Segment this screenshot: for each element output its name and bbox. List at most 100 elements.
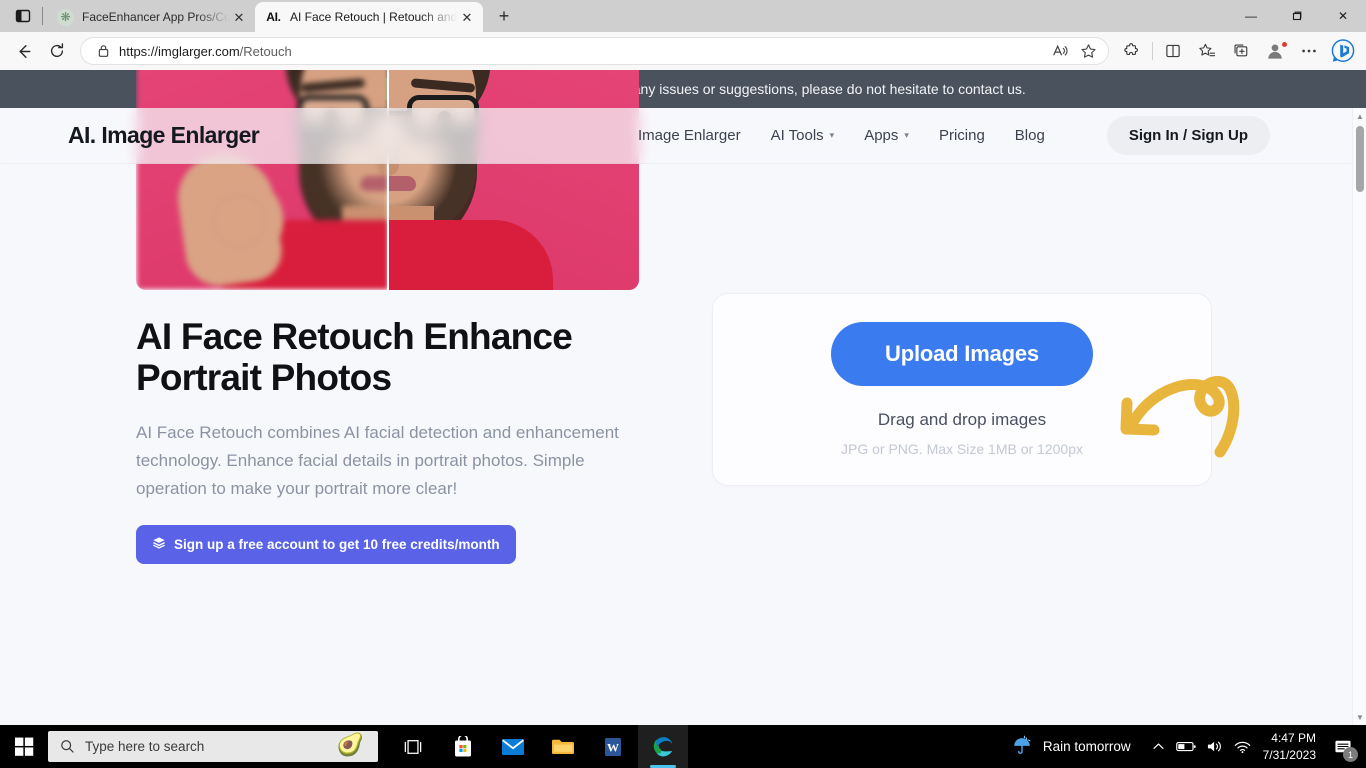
browser-tab-1-title: FaceEnhancer App Pros/Cons, No (82, 10, 229, 24)
profile-avatar[interactable] (1258, 36, 1292, 66)
ai-icon: AI. (266, 10, 281, 24)
browser-tab-2[interactable]: AI. AI Face Retouch | Retouch and Fi ✕ (255, 2, 483, 32)
before-image (136, 70, 388, 290)
edge-icon[interactable] (638, 725, 688, 768)
taskbar-app-icons: W (388, 725, 688, 768)
bing-copilot-icon[interactable] (1326, 36, 1360, 66)
close-window-button[interactable]: ✕ (1320, 0, 1366, 32)
url-origin: https://imglarger.com (119, 43, 240, 59)
start-button-icon[interactable] (0, 725, 48, 768)
avocado-icon: 🥑 (336, 732, 364, 757)
nav-label: Pricing (938, 127, 985, 144)
url-path: /Retouch (239, 43, 292, 59)
toolbar-divider (1152, 42, 1153, 60)
battery-icon[interactable] (1173, 725, 1201, 768)
nav-item-ai-tools[interactable]: AI Tools ▾ (771, 127, 835, 144)
task-view-icon[interactable] (388, 725, 438, 768)
search-icon (61, 740, 74, 753)
tab-close-icon[interactable]: ✕ (229, 7, 249, 27)
tab-strip-divider (42, 7, 43, 25)
clock-date: 7/31/2023 (1262, 747, 1316, 762)
mail-icon[interactable] (488, 725, 538, 768)
tab-strip: ❋ FaceEnhancer App Pros/Cons, No ✕ AI. A… (0, 0, 1366, 32)
wifi-icon[interactable] (1229, 725, 1257, 768)
chevron-down-icon: ▾ (829, 130, 835, 140)
site-header: AI. Image Enlarger Image Enlarger AI Too… (0, 108, 1352, 164)
hero-section: Before After ‹ › AI Face Retouch Enhance… (0, 70, 1366, 565)
minimize-button[interactable]: — (1228, 0, 1274, 32)
address-bar[interactable]: https://imglarger.com/Retouch (80, 37, 1109, 65)
tab-close-icon[interactable]: ✕ (457, 7, 477, 27)
window-controls: — ✕ (1228, 0, 1366, 32)
system-tray: Rain tomorrow 4:47 PM 7/31/2023 1 (997, 725, 1366, 768)
maximize-button[interactable] (1274, 0, 1320, 32)
umbrella-rain-icon (1011, 734, 1033, 759)
page-content: AI. Image Enlarger Image Enlarger AI Too… (0, 70, 1366, 725)
notifications-icon[interactable]: 1 (1326, 725, 1360, 768)
microsoft-store-icon[interactable] (438, 725, 488, 768)
favorites-icon[interactable] (1190, 36, 1224, 66)
word-icon[interactable]: W (588, 725, 638, 768)
nav-label: Image Enlarger (638, 127, 741, 144)
windows-taskbar: Type here to search 🥑 W Rain tomorrow 4:… (0, 725, 1366, 768)
svg-text:W: W (607, 740, 619, 754)
mouth-shape (387, 176, 416, 191)
nav-item-pricing[interactable]: Pricing (939, 127, 985, 144)
reload-icon[interactable] (40, 36, 74, 66)
address-bar-url: https://imglarger.com/Retouch (119, 44, 1046, 59)
add-favorite-icon[interactable] (1074, 39, 1102, 63)
scroll-down-icon[interactable]: ▼ (1353, 709, 1366, 725)
nav-label: Apps (864, 127, 899, 144)
upload-dropzone[interactable]: Upload Images Drag and drop images JPG o… (712, 293, 1212, 486)
clock-time: 4:47 PM (1271, 731, 1316, 746)
volume-icon[interactable] (1201, 725, 1229, 768)
browser-tab-1[interactable]: ❋ FaceEnhancer App Pros/Cons, No ✕ (47, 2, 255, 32)
back-icon[interactable] (6, 36, 40, 66)
browser-window: ❋ FaceEnhancer App Pros/Cons, No ✕ AI. A… (0, 0, 1366, 725)
nav-item-image-enlarger[interactable]: Image Enlarger (638, 127, 741, 144)
tab-actions-icon[interactable] (4, 0, 42, 32)
site-logo[interactable]: AI. Image Enlarger (68, 122, 260, 149)
portrait-illustration-enhanced (387, 70, 640, 290)
browser-tab-2-title: AI Face Retouch | Retouch and Fi (290, 10, 457, 24)
comparison-after-panel (387, 70, 640, 290)
lock-icon (93, 44, 113, 58)
taskbar-clock[interactable]: 4:47 PM 7/31/2023 (1257, 730, 1326, 762)
read-aloud-icon[interactable] (1046, 39, 1074, 63)
mouth-shape (359, 176, 388, 191)
hero-description: AI Face Retouch combines AI facial detec… (136, 422, 619, 498)
weather-widget[interactable]: Rain tomorrow (997, 734, 1145, 759)
layers-icon (152, 536, 166, 553)
upload-constraints: JPG or PNG. Max Size 1MB or 1200px (841, 441, 1083, 457)
comparison-divider[interactable] (386, 70, 389, 290)
nav-item-apps[interactable]: Apps ▾ (864, 127, 909, 144)
chatgpt-icon: ❋ (57, 8, 74, 26)
nav-item-blog[interactable]: Blog (1015, 127, 1045, 144)
collections-icon[interactable] (1224, 36, 1258, 66)
search-placeholder: Type here to search (85, 739, 205, 754)
hero-left-column: Before After ‹ › AI Face Retouch Enhance… (136, 70, 776, 565)
file-explorer-icon[interactable] (538, 725, 588, 768)
taskbar-search-input[interactable]: Type here to search 🥑 (48, 731, 378, 762)
new-tab-button[interactable]: + (489, 2, 519, 30)
notification-count-badge: 1 (1343, 747, 1358, 762)
upload-images-button[interactable]: Upload Images (831, 322, 1093, 386)
shirt-shape (387, 220, 553, 290)
split-screen-icon[interactable] (1156, 36, 1190, 66)
ok-hand-shape (172, 147, 286, 290)
browser-toolbar: https://imglarger.com/Retouch (0, 32, 1366, 70)
drop-instruction: Drag and drop images (877, 410, 1047, 429)
sign-in-sign-up-button[interactable]: Sign In / Sign Up (1106, 116, 1270, 155)
settings-more-icon[interactable] (1292, 36, 1326, 66)
show-hidden-icons-chevron[interactable] (1145, 725, 1173, 768)
after-image (387, 70, 640, 290)
page-viewport: Note Most cases are solved. If you have … (0, 70, 1366, 725)
scroll-up-icon[interactable]: ▲ (1353, 108, 1366, 124)
nav-label: AI Tools (770, 127, 824, 144)
extensions-icon[interactable] (1115, 36, 1149, 66)
page-scrollbar[interactable]: ▲ ▼ (1352, 108, 1366, 725)
portrait-illustration (136, 70, 388, 290)
scrollbar-thumb[interactable] (1356, 126, 1364, 192)
before-after-comparison[interactable]: Before After ‹ › (136, 70, 639, 290)
free-credits-cta[interactable]: Sign up a free account to get 10 free cr… (136, 525, 516, 565)
